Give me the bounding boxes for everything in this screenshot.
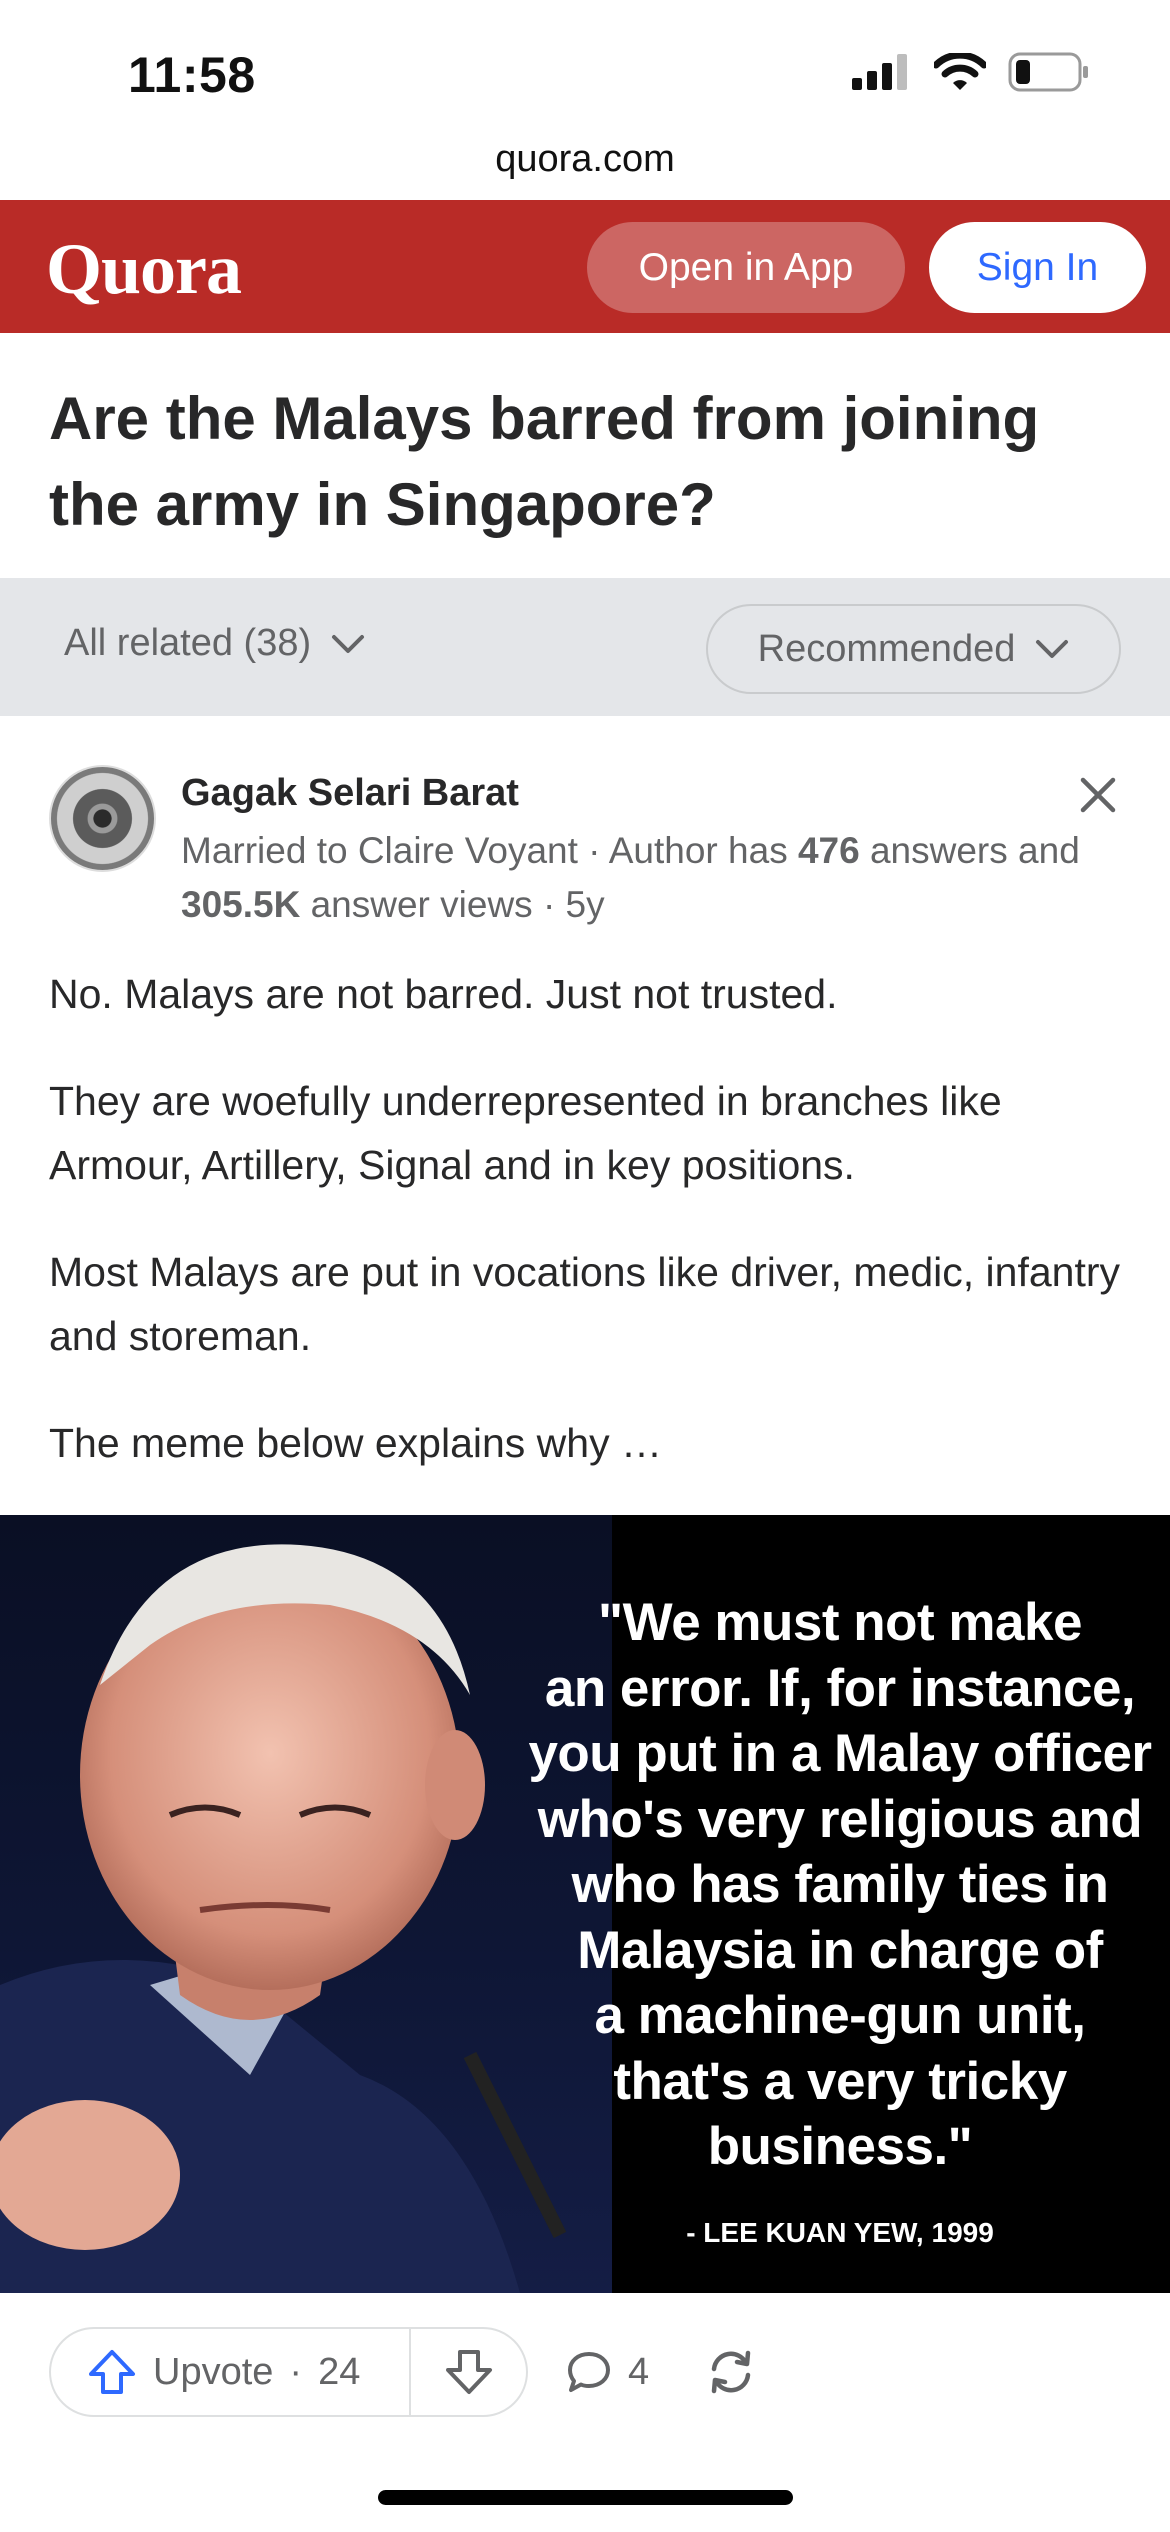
answer-paragraph: No. Malays are not barred. Just not trus…: [49, 971, 838, 1017]
answer-paragraph: Most Malays are put in vocations like dr…: [49, 1249, 1120, 1359]
answer-paragraph: They are woefully underrepresented in br…: [49, 1078, 1002, 1188]
chevron-down-icon: [332, 634, 365, 653]
close-icon[interactable]: [1078, 775, 1118, 815]
upvote-separator: ·: [289, 2350, 303, 2393]
meme-quote-line: who has family ties in: [571, 1855, 1109, 1914]
meme-quote-line: you put in a Malay officer: [528, 1724, 1152, 1783]
vote-pill: Upvote · 24: [49, 2327, 528, 2417]
wifi-icon: [934, 53, 986, 90]
upvote-button[interactable]: Upvote · 24: [51, 2329, 411, 2415]
author-credential: Married to Claire Voyant · Author has 47…: [181, 824, 1131, 932]
all-related-label: All related (38): [64, 622, 312, 664]
meme-quote: "We must not make an error. If, for inst…: [500, 1590, 1170, 2180]
answer-body: No. Malays are not barred. Just not trus…: [49, 962, 1139, 1518]
status-time: 11:58: [128, 47, 256, 103]
meme-quote-line: Malaysia in charge of: [577, 1920, 1103, 1980]
share-button[interactable]: [704, 2327, 758, 2417]
downvote-button[interactable]: [411, 2329, 526, 2415]
battery-icon: [1008, 52, 1088, 92]
meme-image[interactable]: "We must not make an error. If, for inst…: [0, 1515, 1170, 2293]
meme-quote-line: an error. If, for instance,: [544, 1658, 1136, 1718]
question-title[interactable]: Are the Malays barred from joining the a…: [49, 376, 1129, 548]
upvote-arrow-icon: [89, 2350, 135, 2394]
site-header: Quora Open in App Sign In: [0, 200, 1170, 333]
sort-dropdown[interactable]: Recommended: [706, 604, 1121, 694]
answers-count: 476: [797, 830, 860, 871]
open-in-app-button[interactable]: Open in App: [587, 222, 905, 313]
meme-attribution: - LEE KUAN YEW, 1999: [686, 2217, 994, 2248]
sign-in-button[interactable]: Sign In: [929, 222, 1146, 313]
comments-button[interactable]: 4: [566, 2327, 649, 2417]
chevron-down-icon: [1036, 640, 1069, 658]
quora-logo[interactable]: Quora: [46, 228, 242, 311]
meme-quote-line: that's a very tricky: [613, 2051, 1067, 2111]
views-count: 305.5K: [181, 884, 301, 925]
status-icons: [852, 52, 1090, 92]
meme-quote-line: a machine-gun unit,: [594, 1986, 1086, 2045]
status-bar: 11:58 quora.com: [0, 0, 1170, 180]
author-avatar[interactable]: [49, 765, 156, 872]
browser-domain: quora.com: [495, 138, 675, 180]
answer-paragraph: The meme below explains why …: [49, 1420, 662, 1466]
sort-label: Recommended: [757, 627, 1016, 670]
cellular-signal-icon: [852, 54, 907, 90]
answer-actions: Upvote · 24 4: [0, 2327, 1170, 2417]
meme-quote-line: "We must not make: [598, 1593, 1082, 1652]
comment-bubble-icon: [568, 2352, 610, 2392]
upvote-label: Upvote: [153, 2350, 274, 2393]
credential-mid: answers and: [859, 830, 1080, 871]
credential-suffix: answer views · 5y: [300, 884, 605, 925]
downvote-arrow-icon: [445, 2350, 492, 2394]
meme-quote-line: who's very religious and: [537, 1789, 1143, 1849]
meme-quote-line: business.": [707, 2117, 973, 2176]
upvote-count: 24: [318, 2350, 361, 2393]
author-name[interactable]: Gagak Selari Barat: [181, 772, 519, 815]
home-indicator[interactable]: [378, 2490, 793, 2505]
comment-count: 4: [628, 2350, 650, 2393]
share-reload-icon: [711, 2350, 751, 2394]
all-related-dropdown[interactable]: All related (38): [64, 622, 365, 665]
credential-prefix: Married to Claire Voyant · Author has: [181, 830, 798, 871]
filter-bar: All related (38) Recommended: [0, 578, 1170, 716]
